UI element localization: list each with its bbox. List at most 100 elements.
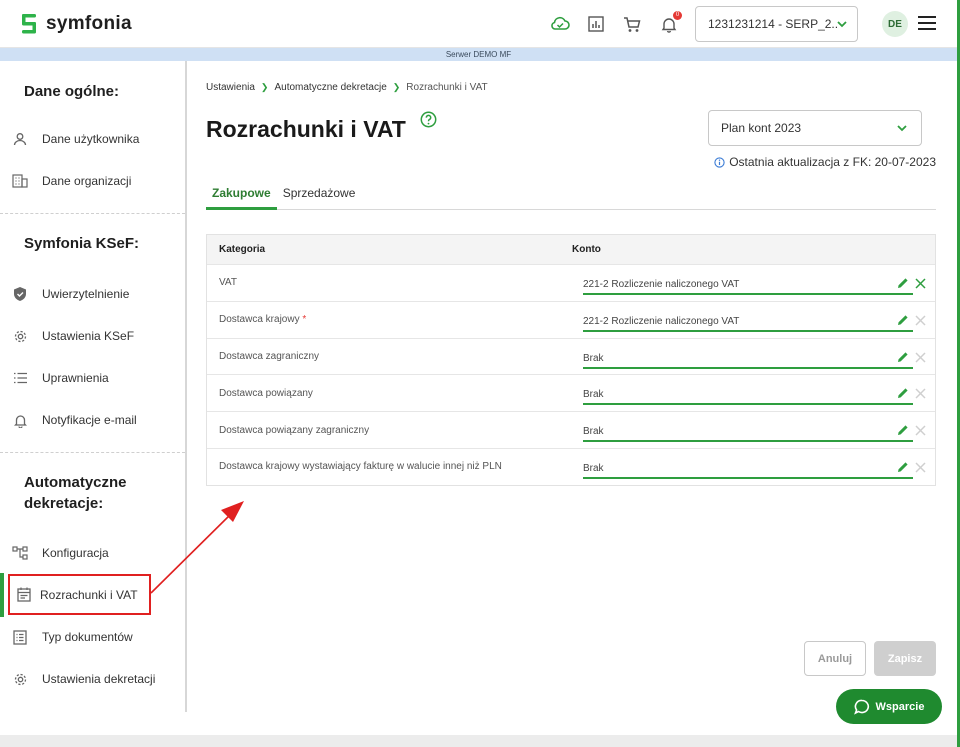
edit-pencil-icon[interactable] [897,276,909,294]
user-icon [12,131,28,147]
category-cell: Dostawca powiązany zagraniczny [207,425,572,436]
sidebar-item-settlements-vat[interactable]: Rozrachunki i VAT [8,574,151,615]
edit-pencil-icon[interactable] [897,386,909,404]
table-row: Dostawca krajowy * 221-2 Rozliczenie nali… [207,300,935,338]
breadcrumb-current: Rozrachunki i VAT [406,82,488,93]
tab-purchases[interactable]: Zakupowe [206,179,277,210]
sidebar-item-document-types[interactable]: Typ dokumentów [12,625,133,649]
breadcrumb: Ustawienia ❯ Automatyczne dekretacje ❯ R… [206,82,488,93]
chart-of-accounts-select[interactable]: Plan kont 2023 [708,110,922,146]
support-button[interactable]: Wsparcie [836,689,942,724]
column-header-category: Kategoria [219,244,266,255]
gear-icon [12,328,28,344]
accounts-table: Kategoria Konto VAT 221-2 Rozliczenie nal… [206,234,936,486]
bell-icon [12,412,28,428]
clear-x-icon[interactable] [915,350,926,368]
clear-x-icon[interactable] [915,423,926,441]
calendar-icon [16,587,32,603]
shield-icon [12,286,28,302]
sidebar-item-label: Notyfikacje e-mail [42,413,137,427]
category-cell: Dostawca krajowy * [207,314,572,325]
breadcrumb-item[interactable]: Ustawienia [206,82,255,93]
account-field[interactable]: Brak [583,349,913,369]
clear-x-icon[interactable] [915,313,926,331]
account-field[interactable]: Brak [583,459,913,479]
app-window: symfonia 0 1231231214 - SERP_2... DE Ser… [0,0,960,747]
cloud-sync-icon[interactable] [550,14,570,34]
sidebar-item-posting-settings[interactable]: Ustawienia dekretacji [12,667,155,691]
support-label: Wsparcie [875,700,925,713]
column-header-account: Konto [572,244,601,255]
chart-of-accounts-value: Plan kont 2023 [721,121,802,135]
cancel-button[interactable]: Anuluj [804,641,866,676]
sidebar-item-label: Uprawnienia [42,371,109,385]
last-update-info: Ostatnia aktualizacja z FK: 20-07-2023 [714,155,936,169]
logo[interactable]: symfonia [20,13,132,35]
sidebar-divider [0,452,185,453]
symfonia-logo-icon [22,14,36,34]
chevron-down-icon [837,20,847,27]
table-row: Dostawca powiązany zagraniczny Brak [207,411,935,448]
category-cell: Dostawca zagraniczny [207,351,572,362]
account-field[interactable]: 221-2 Rozliczenie naliczonego VAT [583,312,913,332]
sidebar-item-label: Ustawienia KSeF [42,329,135,343]
edit-pencil-icon[interactable] [897,423,909,441]
flow-icon [12,545,28,561]
section-title-ksef: Symfonia KSeF: [24,235,140,252]
category-label: Dostawca krajowy wystawiający fakturę w … [219,461,502,473]
category-label: Dostawca powiązany [219,387,313,399]
info-icon [714,156,725,168]
section-title-general: Dane ogólne: [24,83,120,100]
tab-sales[interactable]: Sprzedażowe [277,179,362,210]
sidebar-item-label: Dane użytkownika [42,132,140,146]
breadcrumb-item[interactable]: Automatyczne dekretacje [274,82,386,93]
sidebar-item-organization-data[interactable]: Dane organizacji [12,169,131,193]
help-icon[interactable] [420,111,437,133]
sidebar-item-permissions[interactable]: Uprawnienia [12,366,109,390]
chevron-down-icon [897,124,907,131]
category-cell: VAT [207,277,572,288]
bottom-bar [0,735,957,747]
account-field[interactable]: Brak [583,422,913,443]
account-field[interactable]: Brak [583,385,913,406]
table-row: Dostawca zagraniczny Brak [207,337,935,375]
clear-x-icon[interactable] [915,386,926,404]
document-list-icon [12,629,28,645]
cart-icon[interactable] [622,14,642,34]
category-cell: Dostawca powiązany [207,388,572,399]
company-select-value: 1231231214 - SERP_2... [708,17,837,31]
category-label: Dostawca krajowy [219,314,300,326]
edit-pencil-icon[interactable] [897,350,909,368]
sidebar-item-label: Ustawienia dekretacji [42,672,156,686]
sidebar-item-user-data[interactable]: Dane użytkownika [12,127,139,151]
settings-sidebar: Dane ogólne: Dane użytkownika Dane organ… [0,61,187,712]
sidebar-item-authentication[interactable]: Uwierzytelnienie [12,282,129,306]
table-row: VAT 221-2 Rozliczenie naliczonego VAT [207,264,935,301]
sidebar-divider [0,213,185,214]
category-label: VAT [219,277,237,289]
report-chart-icon[interactable] [586,14,606,34]
company-select[interactable]: 1231231214 - SERP_2... [695,6,858,42]
server-info-bar: Serwer DEMO MF [0,48,957,61]
hamburger-menu-icon[interactable] [918,16,936,32]
tabs: Zakupowe Sprzedażowe [206,179,936,210]
chevron-right-icon: ❯ [260,82,269,92]
save-button[interactable]: Zapisz [874,641,936,676]
sidebar-item-email-notifications[interactable]: Notyfikacje e-mail [12,408,137,432]
sidebar-item-ksef-settings[interactable]: Ustawienia KSeF [12,324,134,348]
table-row: Dostawca krajowy wystawiający fakturę w … [207,447,935,485]
avatar[interactable]: DE [882,11,908,37]
chat-bubble-icon [853,699,869,715]
category-label: Dostawca zagraniczny [219,350,320,362]
edit-pencil-icon[interactable] [897,313,909,331]
account-field[interactable]: 221-2 Rozliczenie naliczonego VAT [583,275,913,295]
notifications-bell-icon[interactable]: 0 [659,11,682,34]
clear-x-icon[interactable] [915,460,926,478]
edit-pencil-icon[interactable] [897,460,909,478]
clear-x-icon[interactable] [915,276,926,294]
chevron-right-icon: ❯ [392,82,401,92]
sidebar-item-configuration[interactable]: Konfiguracja [12,541,109,565]
gear-icon [12,671,28,687]
sidebar-item-label: Konfiguracja [42,546,109,560]
required-marker: * [302,314,307,326]
